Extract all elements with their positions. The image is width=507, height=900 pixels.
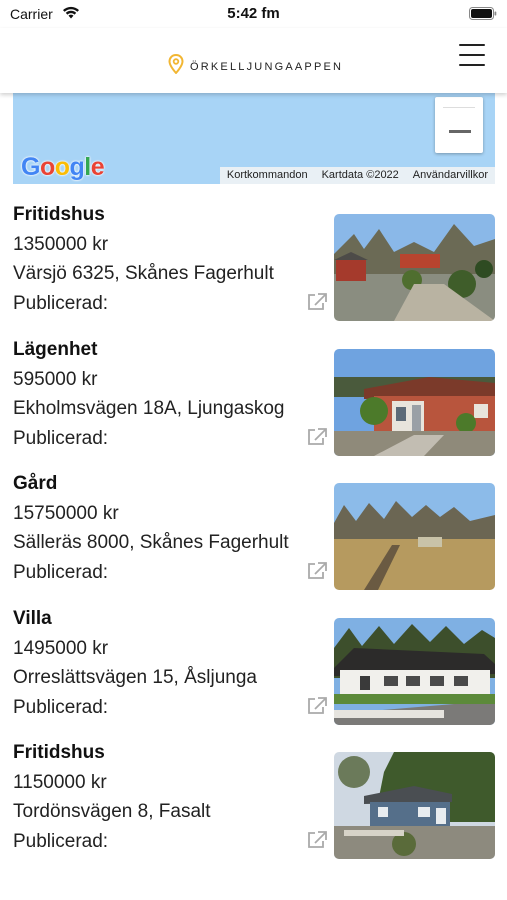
listing-price: 1350000 kr xyxy=(13,234,109,255)
minus-icon xyxy=(449,130,471,133)
terms-of-use-link[interactable]: Användarvillkor xyxy=(406,167,495,184)
list-item[interactable]: Fritidshus 1150000 kr Tordönsvägen 8, Fa… xyxy=(0,738,507,873)
listing-type: Fritidshus xyxy=(13,742,105,763)
listing-price: 595000 kr xyxy=(13,368,98,390)
external-link-icon[interactable] xyxy=(306,427,328,452)
app-header: ÖRKELLJUNGAAPPEN xyxy=(0,28,507,93)
listing-price: 1150000 kr xyxy=(13,772,107,793)
list-item[interactable]: Gård 15750000 kr Sälleräs 8000, Skånes F… xyxy=(0,469,507,604)
app-logo[interactable]: ÖRKELLJUNGAAPPEN xyxy=(168,53,344,79)
listing-price: 1495000 kr xyxy=(13,637,109,659)
map-view[interactable]: Google Kortkommandon Kartdata ©2022 Anvä… xyxy=(13,93,495,184)
battery-icon xyxy=(469,7,497,25)
list-item[interactable]: Lägenhet 595000 kr Ekholmsvägen 18A, Lju… xyxy=(0,335,507,470)
keyboard-shortcuts-link[interactable]: Kortkommandon xyxy=(220,167,315,184)
listing-photo[interactable] xyxy=(334,617,495,725)
list-item[interactable]: Villa 1495000 kr Orreslättsvägen 15, Åsl… xyxy=(0,604,507,739)
status-bar: Carrier 5:42 fm xyxy=(0,0,507,28)
listing-published: Publicerad: xyxy=(13,831,109,852)
zoom-out-button[interactable] xyxy=(435,97,483,153)
external-link-icon[interactable] xyxy=(306,561,328,586)
list-item[interactable]: Fritidshus 1350000 kr Värsjö 6325, Skåne… xyxy=(0,200,507,335)
listing-address: Ekholmsvägen 18A, Ljungaskog xyxy=(13,397,285,419)
map-attribution: Kortkommandon Kartdata ©2022 Användarvil… xyxy=(219,167,495,184)
listing-type: Gård xyxy=(13,473,58,494)
map-data-label: Kartdata ©2022 xyxy=(321,169,399,181)
listing-published: Publicerad: xyxy=(13,562,109,583)
clock: 5:42 fm xyxy=(227,5,280,22)
external-link-icon[interactable] xyxy=(306,292,328,317)
listing-published: Publicerad: xyxy=(13,293,109,314)
map-pin-icon xyxy=(168,53,184,79)
listing-type: Villa xyxy=(13,607,52,629)
listing-published: Publicerad: xyxy=(13,696,109,718)
hamburger-menu-icon[interactable] xyxy=(459,44,485,66)
listing-address: Tordönsvägen 8, Fasalt xyxy=(13,801,211,822)
external-link-icon[interactable] xyxy=(306,696,328,721)
listing-type: Fritidshus xyxy=(13,204,105,225)
listing-photo[interactable] xyxy=(334,214,495,321)
listing-published: Publicerad: xyxy=(13,427,109,449)
listing-photo[interactable] xyxy=(334,348,495,456)
listing-type: Lägenhet xyxy=(13,338,98,360)
app-name: ÖRKELLJUNGAAPPEN xyxy=(190,60,344,73)
listing-photo[interactable] xyxy=(334,483,495,590)
listing-address: Orreslättsvägen 15, Åsljunga xyxy=(13,666,257,688)
listing-price: 15750000 kr xyxy=(13,503,119,524)
google-logo: Google xyxy=(21,153,105,181)
listing-photo[interactable] xyxy=(334,752,495,859)
listing-address: Värsjö 6325, Skånes Fagerhult xyxy=(13,263,274,284)
listing-address: Sälleräs 8000, Skånes Fagerhult xyxy=(13,532,289,553)
property-list: Fritidshus 1350000 kr Värsjö 6325, Skåne… xyxy=(0,200,507,873)
external-link-icon[interactable] xyxy=(306,830,328,855)
